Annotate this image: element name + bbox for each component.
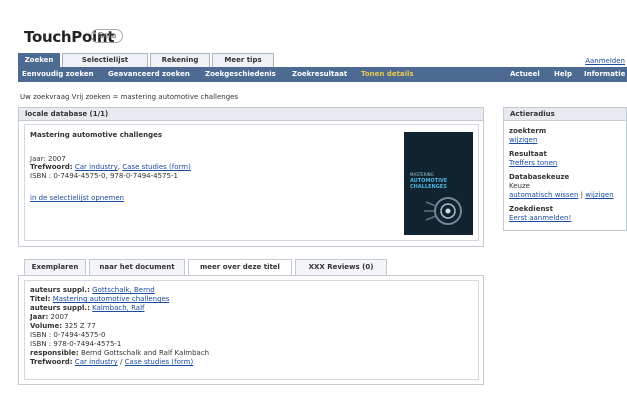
nav-eenvoudig-zoeken[interactable]: Eenvoudig zoeken	[22, 70, 94, 78]
database-panel-title: locale database (1/1)	[19, 108, 483, 121]
tab-zoeken[interactable]: Zoeken	[18, 53, 60, 67]
keyword-link-car-industry[interactable]: Car industry	[75, 163, 118, 171]
record-title: Mastering automotive challenges	[30, 131, 163, 139]
record-keywords: Trefwoord: Car industry, Case studies (f…	[30, 163, 191, 171]
database-change-link[interactable]: wijzigen	[585, 191, 613, 199]
search-query-summary: Uw zoekvraag Vrij zoeken = mastering aut…	[20, 93, 239, 101]
tab-naar-het-document[interactable]: naar het document	[89, 259, 185, 275]
nav-geavanceerd-zoeken[interactable]: Geavanceerd zoeken	[108, 70, 190, 78]
title-link[interactable]: Mastering automotive challenges	[53, 295, 170, 303]
detail-author-1: auteurs suppl.: Gottschalk, Bernd	[30, 286, 155, 294]
auto-clear-link[interactable]: automatisch wissen	[509, 191, 578, 199]
database-choice-label: Databasekeuze	[509, 173, 570, 181]
detail-isbn-2: ISBN : 978-0-7494-4575-1	[30, 340, 122, 348]
tab-meer-tips[interactable]: Meer tips	[212, 53, 274, 67]
show-hits-link[interactable]: Treffers tonen	[509, 159, 557, 168]
nav-actueel[interactable]: Actueel	[510, 70, 540, 78]
detail-keyword-case-studies[interactable]: Case studies (form)	[125, 358, 194, 366]
detail-volume: Volume: 325 Z 77	[30, 322, 96, 330]
page: TouchPoint Beta Aanmelden Zoeken Selecti…	[0, 0, 627, 396]
database-choice-value: Keuze	[509, 182, 530, 190]
record-isbn: ISBN : 0-7494-4575-0, 978-0-7494-4575-1	[30, 172, 178, 180]
book-cover-image[interactable]: MASTERING AUTOMOTIVE CHALLENGES	[404, 132, 473, 235]
sub-navigation: Eenvoudig zoeken Geavanceerd zoeken Zoek…	[18, 67, 627, 82]
detail-responsible: responsible: Bernd Gottschalk and Ralf K…	[30, 349, 210, 357]
tab-rekening[interactable]: Rekening	[150, 53, 210, 67]
detail-author-2: auteurs suppl.: Kalmbach, Ralf	[30, 304, 145, 312]
author-link-gottschalk[interactable]: Gottschalk, Bernd	[92, 286, 155, 294]
author-link-kalmbach[interactable]: Kalmbach, Ralf	[92, 304, 144, 312]
beta-badge: Beta	[91, 29, 124, 43]
detail-keywords: Trefwoord: Car industry / Case studies (…	[30, 358, 194, 366]
keyword-link-case-studies[interactable]: Case studies (form)	[122, 163, 191, 171]
tab-reviews[interactable]: XXX Reviews (0)	[295, 259, 387, 275]
login-first-link[interactable]: Eerst aanmelden!	[509, 214, 571, 223]
detail-keyword-car-industry[interactable]: Car industry	[75, 358, 118, 366]
engine-graphic-icon	[424, 197, 462, 225]
add-to-selection-link[interactable]: in de selectielijst opnemen	[30, 194, 124, 203]
database-choice-actions: automatisch wissen | wijzigen	[509, 191, 614, 199]
nav-tonen-details[interactable]: Tonen details	[361, 70, 414, 78]
detail-year: Jaar: 2007	[30, 313, 69, 321]
action-radius-title: Actieradius	[504, 108, 626, 121]
tab-selectielijst[interactable]: Selectielijst	[62, 53, 148, 67]
tab-exemplaren[interactable]: Exemplaren	[24, 259, 86, 275]
login-link[interactable]: Aanmelden	[585, 57, 625, 65]
search-term-label: zoekterm	[509, 127, 547, 135]
nav-informatie[interactable]: Informatie	[584, 70, 625, 78]
search-term-change-link[interactable]: wijzigen	[509, 136, 537, 145]
result-label: Resultaat	[509, 150, 547, 158]
nav-help[interactable]: Help	[554, 70, 572, 78]
nav-zoekresultaat[interactable]: Zoekresultaat	[292, 70, 347, 78]
tab-meer-over-deze-titel[interactable]: meer over deze titel	[188, 259, 292, 276]
search-service-label: Zoekdienst	[509, 205, 553, 213]
detail-isbn-1: ISBN : 0-7494-4575-0	[30, 331, 106, 339]
nav-zoekgeschiedenis[interactable]: Zoekgeschiedenis	[205, 70, 276, 78]
detail-title: Titel: Mastering automotive challenges	[30, 295, 170, 303]
